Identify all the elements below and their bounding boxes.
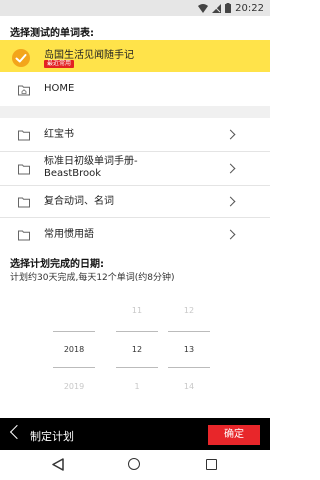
- book-label: 标准日初级单词手册- BeastBrook: [44, 156, 138, 179]
- year-next: 2019: [63, 382, 85, 391]
- status-time: 20:22: [235, 2, 264, 14]
- day-prev: 12: [183, 306, 195, 315]
- chevron-right-icon: [225, 229, 236, 240]
- chevron-right-icon: [225, 196, 236, 207]
- nav-recent-apps-icon[interactable]: [206, 459, 217, 470]
- wifi-icon: [198, 3, 209, 13]
- book-label: 复合动词、名词: [44, 196, 114, 207]
- book-row-beastbrook[interactable]: 标准日初级单词手册- BeastBrook: [0, 152, 270, 186]
- book-row-hongbaoshu[interactable]: 红宝书: [0, 118, 270, 152]
- check-icon: [12, 49, 30, 67]
- month-picker[interactable]: 11 12 1: [116, 302, 158, 396]
- folder-icon: [18, 130, 30, 141]
- year-picker[interactable]: 2018 2019: [53, 302, 95, 396]
- signal-icon: [212, 3, 222, 13]
- select-list-title: 选择测试的单词表:: [10, 28, 94, 39]
- book-row-compound[interactable]: 复合动词、名词: [0, 186, 270, 218]
- book-row-idioms[interactable]: 常用惯用語: [0, 218, 270, 252]
- selected-book-title: 岛国生活见闻随手记: [44, 50, 134, 61]
- picker-divider: [116, 367, 158, 368]
- battery-icon: [225, 3, 232, 13]
- bottom-action-bar: 制定计划 确定: [0, 418, 270, 450]
- picker-divider: [116, 331, 158, 332]
- picker-divider: [168, 367, 210, 368]
- selected-book-row[interactable]: 岛国生活见闻随手记 最近常用: [0, 40, 270, 72]
- picker-divider: [53, 331, 95, 332]
- plan-title: 选择计划完成的日期:: [10, 259, 104, 270]
- status-bar: 20:22: [0, 0, 270, 16]
- book-label: 常用惯用語: [44, 229, 94, 240]
- system-nav-bar: [0, 450, 270, 480]
- section-divider: [0, 106, 270, 118]
- folder-icon: [18, 230, 30, 241]
- confirm-button[interactable]: 确定: [208, 425, 260, 445]
- status-icons: 20:22: [198, 2, 264, 14]
- day-selected: 13: [183, 345, 195, 354]
- day-picker[interactable]: 12 13 14: [168, 302, 210, 396]
- nav-back-icon[interactable]: [52, 458, 64, 471]
- month-prev: 11: [131, 306, 143, 315]
- plan-subtitle: 计划约30天完成,每天12个单词(约8分钟): [10, 273, 175, 283]
- folder-icon: [18, 164, 30, 175]
- chevron-right-icon: [225, 163, 236, 174]
- bottom-bar-title: 制定计划: [30, 430, 74, 443]
- month-selected: 12: [131, 345, 143, 354]
- home-folder-row[interactable]: HOME: [0, 79, 270, 101]
- book-label: 红宝书: [44, 129, 74, 140]
- recent-badge: 最近常用: [44, 60, 75, 68]
- home-label: HOME: [44, 83, 75, 94]
- year-selected: 2018: [63, 345, 85, 354]
- back-arrow-icon[interactable]: [9, 424, 25, 440]
- picker-divider: [53, 367, 95, 368]
- nav-home-icon[interactable]: [128, 458, 140, 470]
- chevron-right-icon: [225, 129, 236, 140]
- home-folder-icon: [18, 85, 30, 96]
- folder-icon: [18, 197, 30, 208]
- day-next: 14: [183, 382, 195, 391]
- picker-divider: [168, 331, 210, 332]
- month-next: 1: [134, 382, 140, 391]
